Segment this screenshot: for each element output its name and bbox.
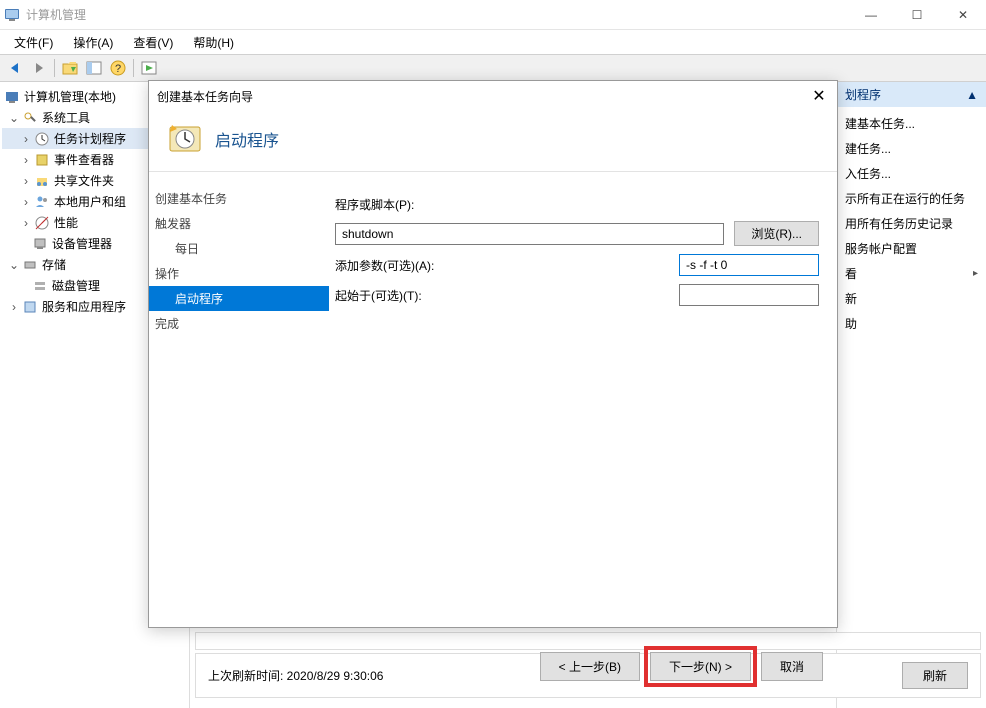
tree-label: 本地用户和组 [54, 193, 126, 210]
program-input[interactable] [335, 223, 724, 245]
tree-label: 计算机管理(本地) [24, 88, 116, 105]
tree-label: 系统工具 [42, 109, 90, 126]
action-label: 看 [845, 265, 857, 282]
tree-label: 共享文件夹 [54, 172, 114, 189]
dialog-close-button[interactable]: ✕ [809, 86, 829, 106]
menu-action[interactable]: 操作(A) [63, 32, 123, 53]
window-title: 计算机管理 [26, 6, 848, 23]
action-help[interactable]: 助 [837, 311, 986, 336]
chevron-right-icon[interactable]: › [20, 217, 32, 229]
action-view[interactable]: 看 [837, 261, 986, 286]
menu-file[interactable]: 文件(F) [4, 32, 63, 53]
action-import-task[interactable]: 入任务... [837, 161, 986, 186]
chevron-right-icon[interactable]: › [8, 301, 20, 313]
wizard-form: 程序或脚本(P): 浏览(R)... 添加参数(可选)(A): 起始于(可选)(… [329, 178, 837, 638]
tree-label: 磁盘管理 [52, 277, 100, 294]
folder-button[interactable] [59, 57, 81, 79]
args-input[interactable] [679, 254, 819, 276]
action-history[interactable]: 用所有任务历史记录 [837, 211, 986, 236]
app-icon [4, 7, 20, 23]
dialog-titlebar: 创建基本任务向导 ✕ [149, 81, 837, 111]
actions-panel: 划程序 ▲ 建基本任务... 建任务... 入任务... 示所有正在运行的任务 … [836, 82, 986, 708]
step-start-program[interactable]: 启动程序 [149, 286, 329, 311]
tree-label: 存储 [42, 256, 66, 273]
action-create-task[interactable]: 建任务... [837, 136, 986, 161]
titlebar: 计算机管理 — ☐ ✕ [0, 0, 986, 30]
tree-label: 服务和应用程序 [42, 298, 126, 315]
toolbar: ? [0, 54, 986, 82]
dialog-footer: < 上一步(B) 下一步(N) > 取消 [149, 638, 837, 694]
action-refresh[interactable]: 新 [837, 286, 986, 311]
chevron-down-icon[interactable]: ⌄ [8, 112, 20, 124]
wizard-title: 启动程序 [215, 121, 279, 151]
window-controls: — ☐ ✕ [848, 0, 986, 30]
cancel-button[interactable]: 取消 [761, 652, 823, 681]
wizard-sidebar: 创建基本任务 触发器 每日 操作 启动程序 完成 [149, 178, 329, 638]
step-operation[interactable]: 操作 [149, 261, 329, 286]
step-daily[interactable]: 每日 [149, 236, 329, 261]
dialog-title: 创建基本任务向导 [157, 88, 809, 105]
wizard-icon [167, 121, 203, 157]
close-button[interactable]: ✕ [940, 0, 986, 30]
action-create-basic-task[interactable]: 建基本任务... [837, 111, 986, 136]
actions-header: 划程序 ▲ [837, 82, 986, 107]
browse-button[interactable]: 浏览(R)... [734, 221, 819, 246]
tree-label: 设备管理器 [52, 235, 112, 252]
step-trigger[interactable]: 触发器 [149, 211, 329, 236]
chevron-right-icon[interactable]: › [20, 133, 32, 145]
back-button[interactable]: < 上一步(B) [540, 652, 640, 681]
program-label: 程序或脚本(P): [335, 196, 475, 213]
step-finish[interactable]: 完成 [149, 311, 329, 336]
run-button[interactable] [138, 57, 160, 79]
chevron-down-icon[interactable]: ⌄ [8, 259, 20, 271]
start-in-label: 起始于(可选)(T): [335, 287, 679, 304]
chevron-right-icon[interactable]: › [20, 196, 32, 208]
menubar: 文件(F) 操作(A) 查看(V) 帮助(H) [0, 30, 986, 54]
step-create-basic[interactable]: 创建基本任务 [149, 186, 329, 211]
next-button[interactable]: 下一步(N) > [650, 652, 751, 681]
menu-help[interactable]: 帮助(H) [183, 32, 244, 53]
tree-label: 任务计划程序 [54, 130, 126, 147]
back-button[interactable] [4, 57, 26, 79]
actions-title: 划程序 [845, 86, 881, 103]
collapse-icon[interactable]: ▲ [966, 88, 978, 102]
chevron-right-icon[interactable]: › [20, 175, 32, 187]
maximize-button[interactable]: ☐ [894, 0, 940, 30]
svg-text:?: ? [115, 63, 121, 75]
start-in-input[interactable] [679, 284, 819, 306]
panel-button[interactable] [83, 57, 105, 79]
action-service-account[interactable]: 服务帐户配置 [837, 236, 986, 261]
chevron-right-icon[interactable]: › [20, 154, 32, 166]
tree-label: 事件查看器 [54, 151, 114, 168]
args-label: 添加参数(可选)(A): [335, 257, 679, 274]
minimize-button[interactable]: — [848, 0, 894, 30]
help-button[interactable]: ? [107, 57, 129, 79]
refresh-button[interactable]: 刷新 [902, 662, 968, 689]
wizard-dialog: 创建基本任务向导 ✕ 启动程序 创建基本任务 触发器 每日 操作 启动程序 完成… [148, 80, 838, 628]
menu-view[interactable]: 查看(V) [123, 32, 183, 53]
forward-button[interactable] [28, 57, 50, 79]
wizard-header: 启动程序 [149, 111, 837, 169]
action-show-running[interactable]: 示所有正在运行的任务 [837, 186, 986, 211]
tree-label: 性能 [54, 214, 78, 231]
